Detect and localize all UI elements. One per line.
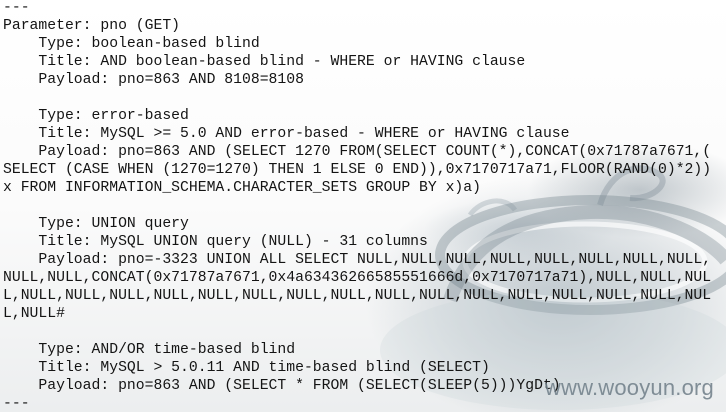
terminal-line: ---	[3, 0, 30, 16]
terminal-line: Payload: pno=863 AND (SELECT 1270 FROM(S…	[3, 144, 712, 160]
terminal-line: Type: UNION query	[3, 216, 189, 232]
terminal-line: NULL,NULL,CONCAT(0x71787a7671,0x4a634362…	[3, 270, 712, 286]
terminal-line: Payload: pno=863 AND 8108=8108	[3, 72, 304, 88]
terminal-line: Title: MySQL >= 5.0 AND error-based - WH…	[3, 126, 570, 142]
terminal-line: x FROM INFORMATION_SCHEMA.CHARACTER_SETS…	[3, 180, 481, 196]
terminal-line: Type: error-based	[3, 108, 189, 124]
watermark: www.wooyun.org	[544, 375, 714, 400]
terminal-line: Parameter: pno (GET)	[3, 18, 181, 34]
terminal-line: Payload: pno=-3323 UNION ALL SELECT NULL…	[3, 252, 712, 268]
terminal-line: Type: boolean-based blind	[3, 36, 260, 52]
terminal-line: Title: MySQL UNION query (NULL) - 31 col…	[3, 234, 428, 250]
terminal-line: L,NULL#	[3, 306, 65, 322]
terminal-line: L,NULL,NULL,NULL,NULL,NULL,NULL,NULL,NUL…	[3, 288, 712, 304]
terminal-line: SELECT (CASE WHEN (1270=1270) THEN 1 ELS…	[3, 162, 712, 178]
terminal-line: Type: AND/OR time-based blind	[3, 342, 296, 358]
terminal-output: --- Parameter: pno (GET) Type: boolean-ba…	[3, 0, 711, 413]
terminal-line: Title: AND boolean-based blind - WHERE o…	[3, 54, 526, 70]
